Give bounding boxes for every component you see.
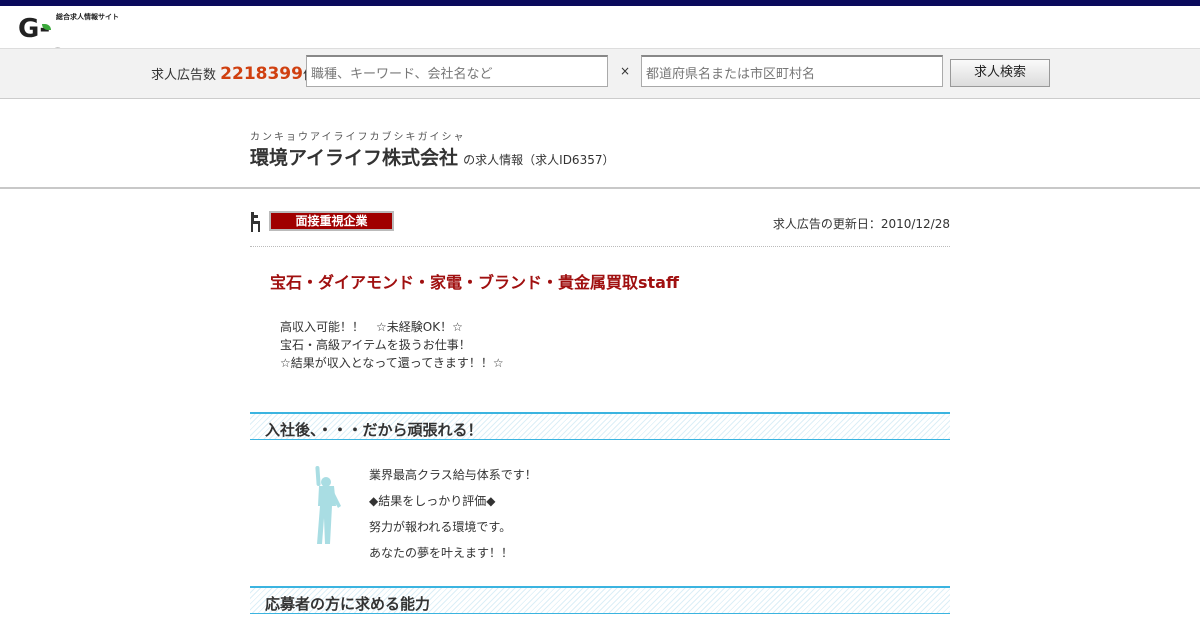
dotted-divider <box>250 246 950 247</box>
job-count-value: 2218399 <box>220 64 303 84</box>
top-accent-bar <box>0 0 1200 6</box>
catch-line: ☆結果が収入となって還ってきます！！☆ <box>280 356 504 370</box>
keyword-input[interactable]: 職種、キーワード、会社名など <box>306 55 608 87</box>
cheering-person-icon <box>315 466 341 544</box>
section-heading-text: 応募者の方に求める能力 <box>265 595 431 613</box>
separator-icon: × <box>620 64 631 78</box>
section-heading-required-skills: 応募者の方に求める能力 <box>250 586 950 614</box>
keyword-placeholder: 職種、キーワード、会社名など <box>311 67 493 82</box>
catch-line: 宝石・高級アイテムを扱うお仕事！ <box>280 338 471 352</box>
header-divider <box>0 187 1200 189</box>
benefit-point: 業界最高クラス給与体系です！ <box>369 468 537 482</box>
job-title: 宝石・ダイアモンド・家電・ブランド・貴金属買取staff <box>270 273 679 292</box>
search-bar: 求人広告数 2218399件 職種、キーワード、会社名など × 都道府県名または… <box>0 48 1200 99</box>
job-count: 求人広告数 2218399件 <box>151 64 316 84</box>
section-heading-text: 入社後、・・・だから頑張れる！ <box>265 421 483 439</box>
company-id-suffix: の求人情報（求人ID6357） <box>463 153 615 167</box>
location-placeholder: 都道府県名または市区町村名 <box>646 67 816 82</box>
site-logo[interactable]: 総合求人情報サイト G-WORK <box>18 10 138 74</box>
chair-icon <box>251 212 260 232</box>
benefit-point: あなたの夢を叶えます！！ <box>369 546 514 560</box>
benefit-point: 努力が報われる環境です。 <box>369 520 512 534</box>
section-heading-after-joining: 入社後、・・・だから頑張れる！ <box>250 412 950 440</box>
search-button[interactable]: 求人検索 <box>950 59 1050 87</box>
catch-line: 高収入可能！！ ☆未経験OK！☆ <box>280 320 463 334</box>
updated-date: 求人広告の更新日：2010/12/28 <box>772 217 950 231</box>
company-kana: カンキョウアイライフカブシキガイシャ <box>250 132 466 143</box>
benefit-point: ◆結果をしっかり評価◆ <box>369 494 496 508</box>
benefit-points: 業界最高クラス給与体系です！ ◆結果をしっかり評価◆ 努力が報われる環境です。 … <box>369 466 537 570</box>
company-name[interactable]: 環境アイライフ株式会社 <box>250 147 458 169</box>
company-header: カンキョウアイライフカブシキガイシャ 環境アイライフ株式会社 の求人情報（求人I… <box>250 128 614 170</box>
job-count-prefix: 求人広告数 <box>151 68 217 83</box>
catch-copy: 高収入可能！！ ☆未経験OK！☆ 宝石・高級アイテムを扱うお仕事！ ☆結果が収入… <box>280 318 504 372</box>
interview-focus-badge: 面接重視企業 <box>269 211 394 231</box>
location-input[interactable]: 都道府県名または市区町村名 <box>641 55 943 87</box>
